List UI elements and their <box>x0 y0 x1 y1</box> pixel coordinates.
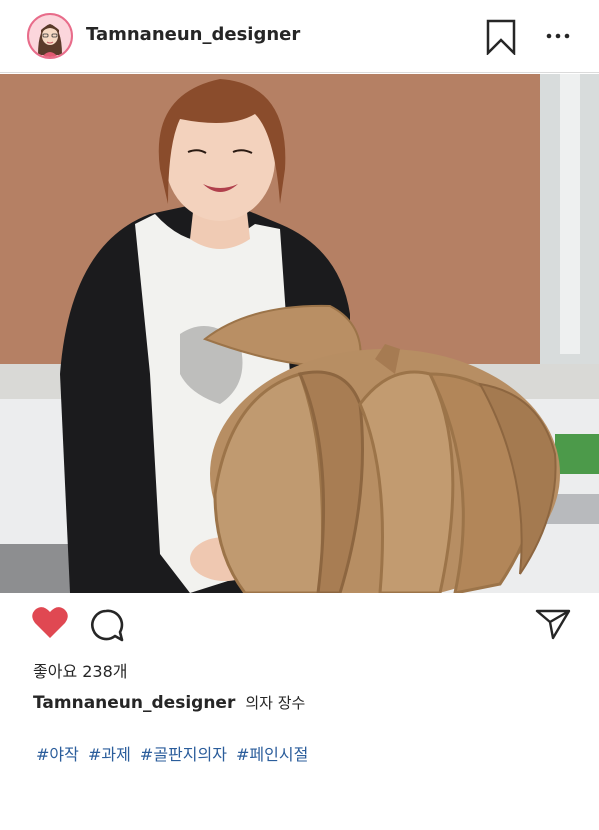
send-paper-plane-icon[interactable] <box>535 608 571 640</box>
caption-text: 의자 장수 <box>245 694 306 712</box>
post-header: Tamnaneun_designer <box>0 0 599 73</box>
avatar[interactable] <box>27 13 73 59</box>
post-photo[interactable] <box>0 74 599 593</box>
post-author-username[interactable]: Tamnaneun_designer <box>86 24 300 45</box>
more-options-icon[interactable] <box>545 25 571 45</box>
hashtag-link[interactable]: #과제 <box>88 745 131 764</box>
heart-icon[interactable] <box>31 606 69 640</box>
photo-illustration <box>0 74 599 593</box>
hashtag-link[interactable]: #골판지의자 <box>140 745 227 764</box>
hashtag-link[interactable]: #페인시절 <box>236 745 308 764</box>
hashtag-link[interactable]: #야작 <box>36 745 79 764</box>
avatar-illustration <box>29 15 71 57</box>
post-caption: Tamnaneun_designer 의자 장수 <box>33 692 305 713</box>
caption-username[interactable]: Tamnaneun_designer <box>33 693 235 713</box>
comment-bubble-icon[interactable] <box>89 608 125 644</box>
bookmark-icon[interactable] <box>485 19 517 55</box>
likes-count[interactable]: 좋아요 238개 <box>33 658 128 682</box>
hashtag-list: #야작 #과제 #골판지의자 #페인시절 <box>36 741 312 765</box>
post-actions <box>0 593 599 659</box>
